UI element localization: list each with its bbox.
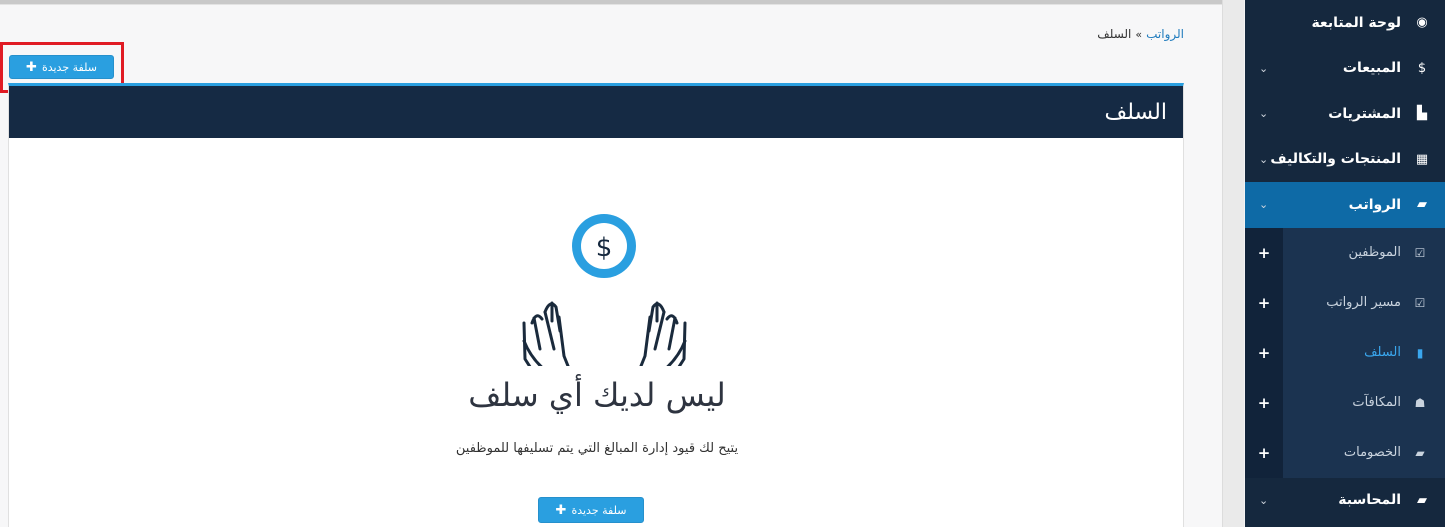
empty-new-advance-button[interactable]: سلفة جديدة ✚ <box>538 497 644 523</box>
main-content: الرواتب » السلف سلفة جديدة ✚ السلف $ ليس… <box>0 5 1222 527</box>
add-icon[interactable]: + <box>1245 227 1283 278</box>
add-icon[interactable]: + <box>1245 427 1283 478</box>
plus-icon: ✚ <box>26 59 37 75</box>
folder-open-icon: ▰ <box>1417 492 1427 508</box>
payroll-submenu: ☑ الموظفين + ☑ مسير الرواتب + ▮ السلف + … <box>1245 227 1445 478</box>
sidebar-subitem-payroll-run[interactable]: ☑ مسير الرواتب + <box>1245 277 1445 328</box>
chevron-down-icon: ⌄ <box>1259 152 1269 166</box>
sidebar-item-label: لوحة المتابعة <box>1311 14 1401 31</box>
dashboard-icon: ◉ <box>1416 15 1428 31</box>
empty-new-advance-label: سلفة جديدة <box>571 503 627 517</box>
chevron-down-icon: ⌄ <box>1259 198 1269 212</box>
chevron-down-icon: ⌄ <box>1259 107 1269 121</box>
cart-icon: ▙ <box>1417 106 1427 122</box>
add-icon[interactable]: + <box>1245 327 1283 378</box>
folder-open-icon: ▰ <box>1415 445 1425 460</box>
money-hands-illustration: $ <box>522 214 687 366</box>
sidebar-item-sales[interactable]: $ المبيعات ⌄ <box>1245 46 1445 92</box>
breadcrumb-separator: » <box>1135 27 1143 41</box>
chevron-down-icon: ⌄ <box>1259 493 1269 507</box>
grid-icon: ▦ <box>1415 151 1429 167</box>
sidebar-item-accounting[interactable]: ▰ المحاسبة ⌄ <box>1245 478 1445 524</box>
advances-panel: السلف $ ليس لديك أي سلف يتيح لك قيود إدا… <box>8 83 1184 527</box>
page-scrollbar[interactable] <box>1222 0 1244 527</box>
breadcrumb-current: السلف <box>1097 27 1132 41</box>
new-advance-button[interactable]: سلفة جديدة ✚ <box>9 55 114 79</box>
plus-icon: ✚ <box>555 502 567 518</box>
sidebar-subitem-employees[interactable]: ☑ الموظفين + <box>1245 227 1445 278</box>
add-icon[interactable]: + <box>1245 277 1283 328</box>
book-icon: ▮ <box>1416 345 1424 360</box>
empty-state-subtitle: يتيح لك قيود إدارة المبالغ التي يتم تسلي… <box>455 441 739 456</box>
dollar-icon: $ <box>1417 60 1427 76</box>
sidebar-subitem-bonuses[interactable]: ☗ المكافآت + <box>1245 377 1445 428</box>
calendar-check-icon: ☑ <box>1414 295 1426 310</box>
users-icon: ☗ <box>1414 395 1426 410</box>
sidebar-item-label: المبيعات <box>1342 60 1401 77</box>
panel-title: السلف <box>1104 99 1168 125</box>
breadcrumb: الرواتب » السلف <box>1097 27 1184 41</box>
new-advance-label: سلفة جديدة <box>41 60 97 74</box>
calendar-check-icon: ☑ <box>1414 245 1426 260</box>
breadcrumb-payroll-link[interactable]: الرواتب <box>1146 27 1184 41</box>
add-icon[interactable]: + <box>1245 377 1283 428</box>
sidebar-item-label: المحاسبة <box>1338 492 1401 509</box>
empty-state-title: ليس لديك أي سلف <box>468 376 726 414</box>
sidebar-item-label: الرواتب <box>1348 196 1401 213</box>
sidebar-subitem-deductions[interactable]: ▰ الخصومات + <box>1245 427 1445 478</box>
sidebar-item-label: المشتريات <box>1328 105 1401 122</box>
panel-header: السلف <box>9 86 1183 138</box>
svg-text:$: $ <box>596 233 613 263</box>
sidebar-item-dashboard[interactable]: ◉ لوحة المتابعة <box>1245 0 1445 46</box>
sidebar: ◉ لوحة المتابعة $ المبيعات ⌄ ▙ المشتريات… <box>1245 0 1445 527</box>
sidebar-item-label: المنتجات والتكاليف <box>1270 151 1401 168</box>
sidebar-item-products[interactable]: ▦ المنتجات والتكاليف ⌄ <box>1245 137 1445 183</box>
chevron-down-icon: ⌄ <box>1259 61 1269 75</box>
sidebar-item-payroll[interactable]: ▰ الرواتب ⌄ <box>1245 182 1445 228</box>
sidebar-subitem-advances[interactable]: ▮ السلف + <box>1245 327 1445 378</box>
folder-open-icon: ▰ <box>1417 197 1427 213</box>
sidebar-item-purchases[interactable]: ▙ المشتريات ⌄ <box>1245 91 1445 137</box>
